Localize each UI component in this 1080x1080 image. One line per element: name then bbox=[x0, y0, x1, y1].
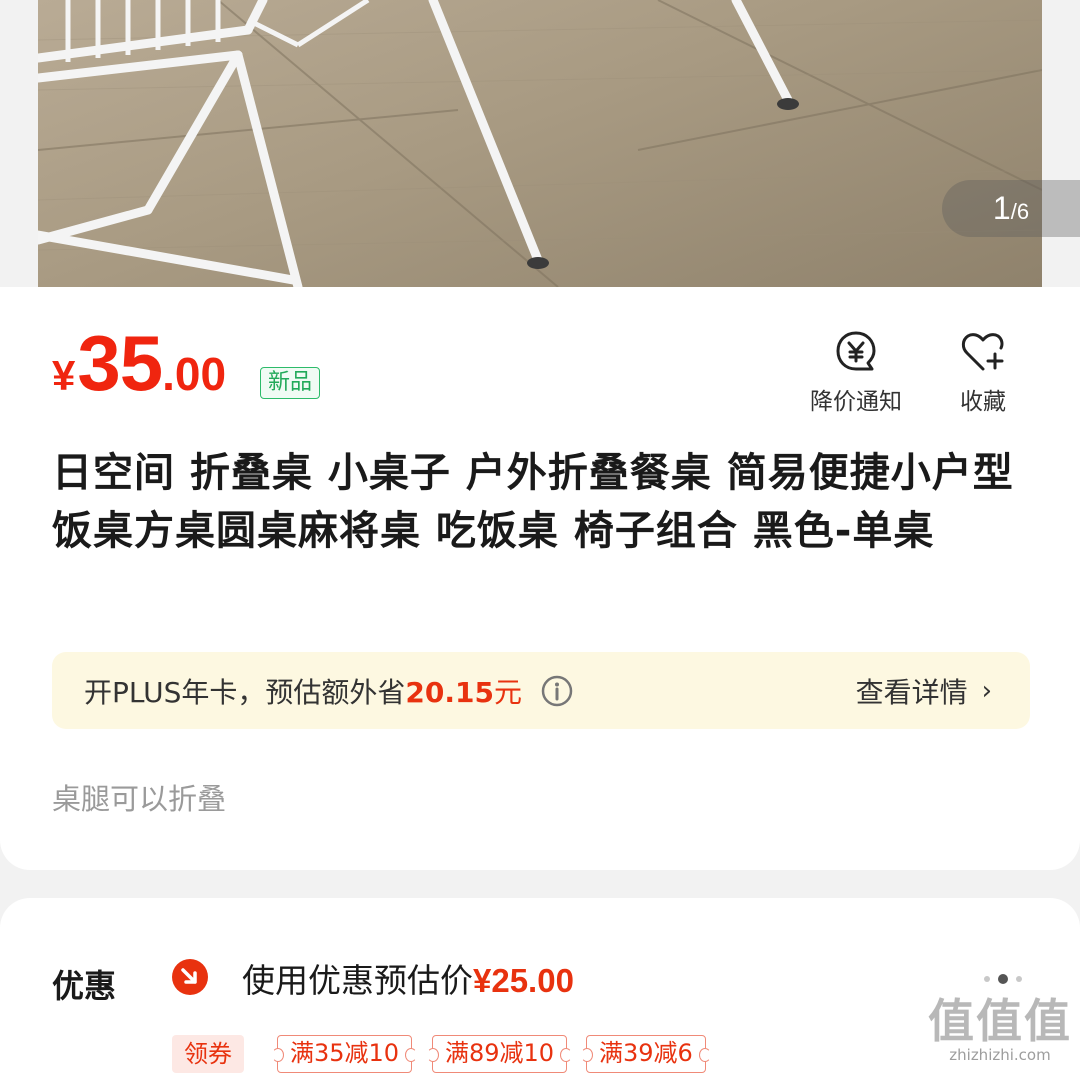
plus-savings-amount: 20.15 bbox=[405, 675, 494, 709]
price-decimal: .00 bbox=[162, 348, 227, 400]
chevron-right-icon: › bbox=[981, 675, 992, 706]
plus-text: 开PLUS年卡，预估额外省 bbox=[84, 675, 406, 709]
estimated-price-value: ¥25.00 bbox=[473, 962, 574, 999]
site-watermark: 值值值 zhizhizhi.com bbox=[928, 996, 1072, 1064]
product-price: ¥ 35 .00 bbox=[52, 318, 226, 409]
product-subtitle: 桌腿可以折叠 bbox=[52, 782, 227, 816]
gallery-counter: 1 / 6 bbox=[942, 180, 1080, 237]
dot bbox=[1016, 976, 1022, 982]
more-options-dots[interactable] bbox=[984, 974, 1022, 984]
new-product-badge: 新品 bbox=[260, 367, 320, 399]
price-integer: 35 bbox=[77, 319, 163, 407]
product-title: 日空间 折叠桌 小桌子 户外折叠餐桌 简易便捷小户型饭桌方桌圆桌麻将桌 吃饭桌 … bbox=[52, 450, 1014, 554]
favorite-button[interactable]: 收藏 bbox=[928, 328, 1038, 416]
plus-savings-text: 开PLUS年卡，预估额外省20.15元 bbox=[84, 671, 522, 711]
plus-savings-unit: 元 bbox=[493, 675, 522, 709]
favorite-label: 收藏 bbox=[960, 389, 1006, 415]
price-drop-bell-icon bbox=[836, 331, 876, 371]
promotion-label: 优惠 bbox=[52, 967, 117, 1005]
watermark-url: zhizhizhi.com bbox=[949, 1046, 1051, 1064]
coupon-item[interactable]: 满39减6 bbox=[581, 1035, 711, 1073]
view-details-link[interactable]: 查看详情 › bbox=[856, 671, 992, 711]
folding-chair-image bbox=[38, 0, 1042, 287]
coupon-item[interactable]: 满89减10 bbox=[426, 1035, 573, 1073]
dot bbox=[984, 976, 990, 982]
info-icon[interactable] bbox=[540, 674, 574, 708]
price-currency: ¥ bbox=[52, 352, 76, 399]
coupon-item[interactable]: 满35减10 bbox=[271, 1035, 418, 1073]
estimated-price-label: 使用优惠预估价 bbox=[242, 961, 473, 1000]
product-photo[interactable] bbox=[38, 0, 1042, 287]
estimated-price-text: 使用优惠预估价¥25.00 bbox=[242, 954, 574, 1002]
price-drop-notify-button[interactable]: 降价通知 bbox=[801, 328, 911, 416]
gallery-total: 6 bbox=[1016, 198, 1030, 224]
dot-active bbox=[998, 974, 1008, 984]
view-details-label: 查看详情 bbox=[855, 675, 968, 709]
watermark-logo: 值值值 bbox=[928, 994, 1072, 1048]
price-drop-notify-label: 降价通知 bbox=[810, 389, 902, 415]
discount-arrow-icon bbox=[172, 959, 208, 995]
gallery-current: 1 bbox=[992, 190, 1011, 226]
heart-plus-icon bbox=[961, 333, 1004, 371]
get-coupon-tag[interactable]: 领券 bbox=[172, 1035, 244, 1073]
plus-membership-banner[interactable]: 开PLUS年卡，预估额外省20.15元 查看详情 › bbox=[52, 652, 1030, 729]
